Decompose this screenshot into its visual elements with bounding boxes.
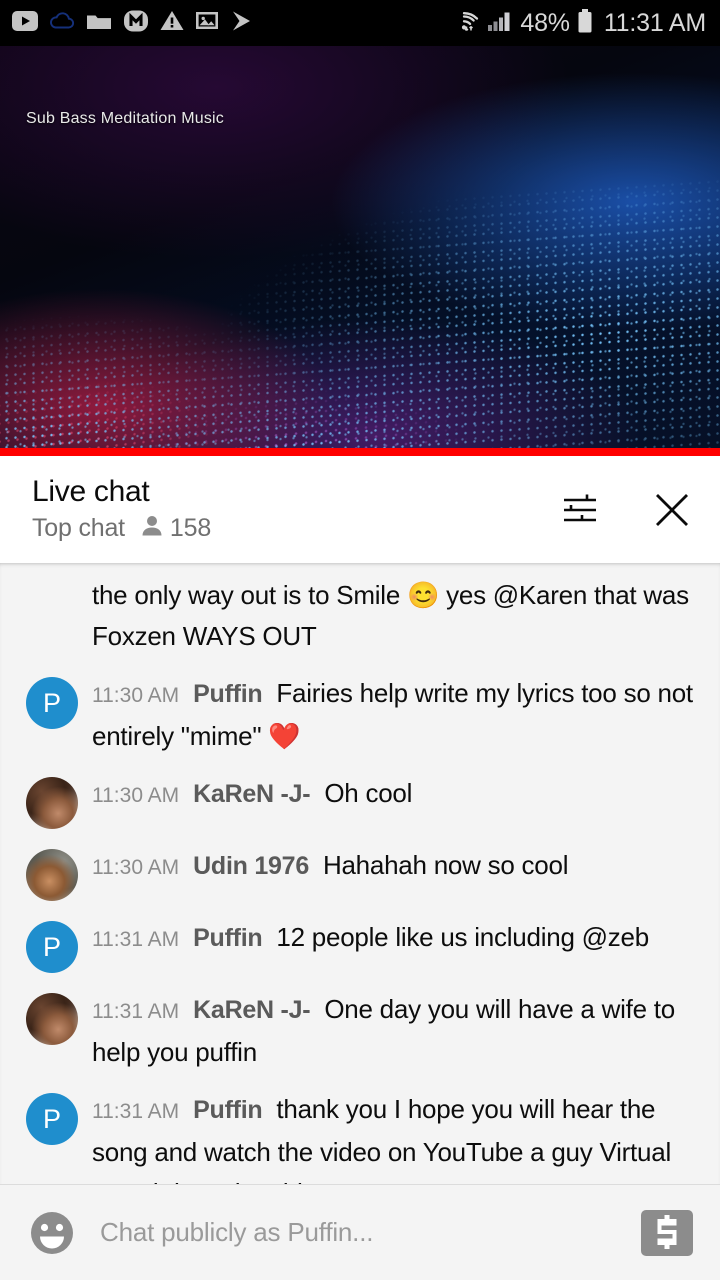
status-bar-system-icons: 48% 11:31 AM [450,8,706,39]
chat-message-row[interactable]: the only way out is to Smile 😊 yes @Kare… [0,575,720,665]
live-chat-subtitle: Top chat 158 [32,514,211,543]
chat-message-text: Fairies help write my lyrics too so not … [92,678,693,751]
dollar-superchat-icon[interactable] [640,1209,694,1257]
chat-input[interactable] [100,1217,618,1248]
chat-message-body: 11:31 AM KaReN -J- One day you will have… [92,989,694,1073]
live-chat-header-actions [558,488,694,532]
chat-message-row[interactable]: P 11:31 AM Puffin thank you I hope you w… [0,1081,720,1184]
chat-message-text: the only way out is to Smile 😊 yes @Kare… [92,580,689,651]
chat-message-author[interactable]: Udin 1976 [193,852,309,880]
photos-icon [195,10,219,36]
chat-message-timestamp: 11:30 AM [92,684,180,707]
chat-message-body: 11:30 AM Puffin Fairies help write my ly… [92,673,694,757]
warning-icon [160,10,184,36]
avatar[interactable]: P [26,921,78,973]
chat-message-timestamp: 11:30 AM [92,784,180,807]
chat-message-row[interactable]: 11:31 AM KaReN -J- One day you will have… [0,981,720,1081]
chat-message-text: thank you I hope you will hear the song … [92,1094,671,1184]
viewer-count-label: 158 [169,513,212,542]
chat-message-body: the only way out is to Smile 😊 yes @Kare… [92,575,694,657]
chat-message-timestamp: 11:31 AM [92,1100,180,1123]
close-icon[interactable] [650,488,694,532]
play-store-icon [230,10,254,37]
chat-message-row[interactable]: P 11:30 AM Puffin Fairies help write my … [0,665,720,765]
chat-message-row[interactable]: P 11:31 AM Puffin 12 people like us incl… [0,909,720,981]
chat-message-author[interactable]: Puffin [193,680,263,708]
clock-label: 11:31 AM [603,8,706,37]
chat-message-text: Oh cool [324,778,413,808]
chat-message-text: One day you will have a wife to help you… [92,994,675,1067]
chat-message-text: Hahahah now so cool [322,850,569,880]
tune-icon[interactable] [558,488,602,532]
chat-message-author[interactable]: Puffin [193,1096,263,1124]
chat-message-text: 12 people like us including @zeb [276,922,649,952]
video-player[interactable]: Sub Bass Meditation Music [0,46,720,456]
chat-message-author[interactable]: KaReN -J- [193,996,310,1024]
chat-message-body: 11:31 AM Puffin 12 people like us includ… [92,917,694,960]
viewer-count: 158 [141,514,211,543]
person-icon [141,514,163,543]
chat-message-body: 11:30 AM KaReN -J- Oh cool [92,773,694,816]
avatar[interactable] [26,849,78,901]
chat-message-timestamp: 11:30 AM [92,856,180,879]
chat-message-timestamp: 11:31 AM [92,928,180,951]
folder-icon [86,11,112,36]
cell-signal-icon [487,9,513,38]
avatar[interactable]: P [26,1093,78,1145]
chat-composer [0,1184,720,1280]
avatar[interactable] [26,993,78,1045]
youtube-live-chat-screen: 48% 11:31 AM Sub Bass Meditation Music L… [0,0,720,1280]
chat-mode-label[interactable]: Top chat [32,515,125,541]
avatar[interactable] [26,777,78,829]
live-chat-title: Live chat [32,474,150,508]
video-title-overlay: Sub Bass Meditation Music [26,110,224,127]
chat-message-author[interactable]: Puffin [193,924,263,952]
battery-percent-label: 48% [520,8,570,37]
chat-message-row[interactable]: 11:30 AM KaReN -J- Oh cool [0,765,720,837]
chat-message-body: 11:30 AM Udin 1976 Hahahah now so cool [92,845,694,888]
video-progress-fill [0,448,720,456]
cloud-icon [49,11,75,36]
wifi-icon [450,9,480,38]
chat-message-body: 11:31 AM Puffin thank you I hope you wil… [92,1089,694,1184]
live-chat-header-text: Live chat Top chat 158 [32,474,211,543]
battery-icon [577,8,593,39]
live-chat-message-list[interactable]: the only way out is to Smile 😊 yes @Kare… [0,563,720,1184]
chat-message-author[interactable]: KaReN -J- [193,780,310,808]
avatar[interactable]: P [26,677,78,729]
status-bar: 48% 11:31 AM [0,0,720,46]
emoji-smiley-icon[interactable] [26,1207,78,1259]
chat-message-timestamp: 11:31 AM [92,1000,180,1023]
status-bar-notification-icons [12,9,254,38]
video-progress-bar[interactable] [0,448,720,456]
live-chat-header: Live chat Top chat 158 [0,456,720,563]
chat-message-row[interactable]: 11:30 AM Udin 1976 Hahahah now so cool [0,837,720,909]
youtube-icon [12,10,38,36]
m-app-icon [123,9,149,38]
